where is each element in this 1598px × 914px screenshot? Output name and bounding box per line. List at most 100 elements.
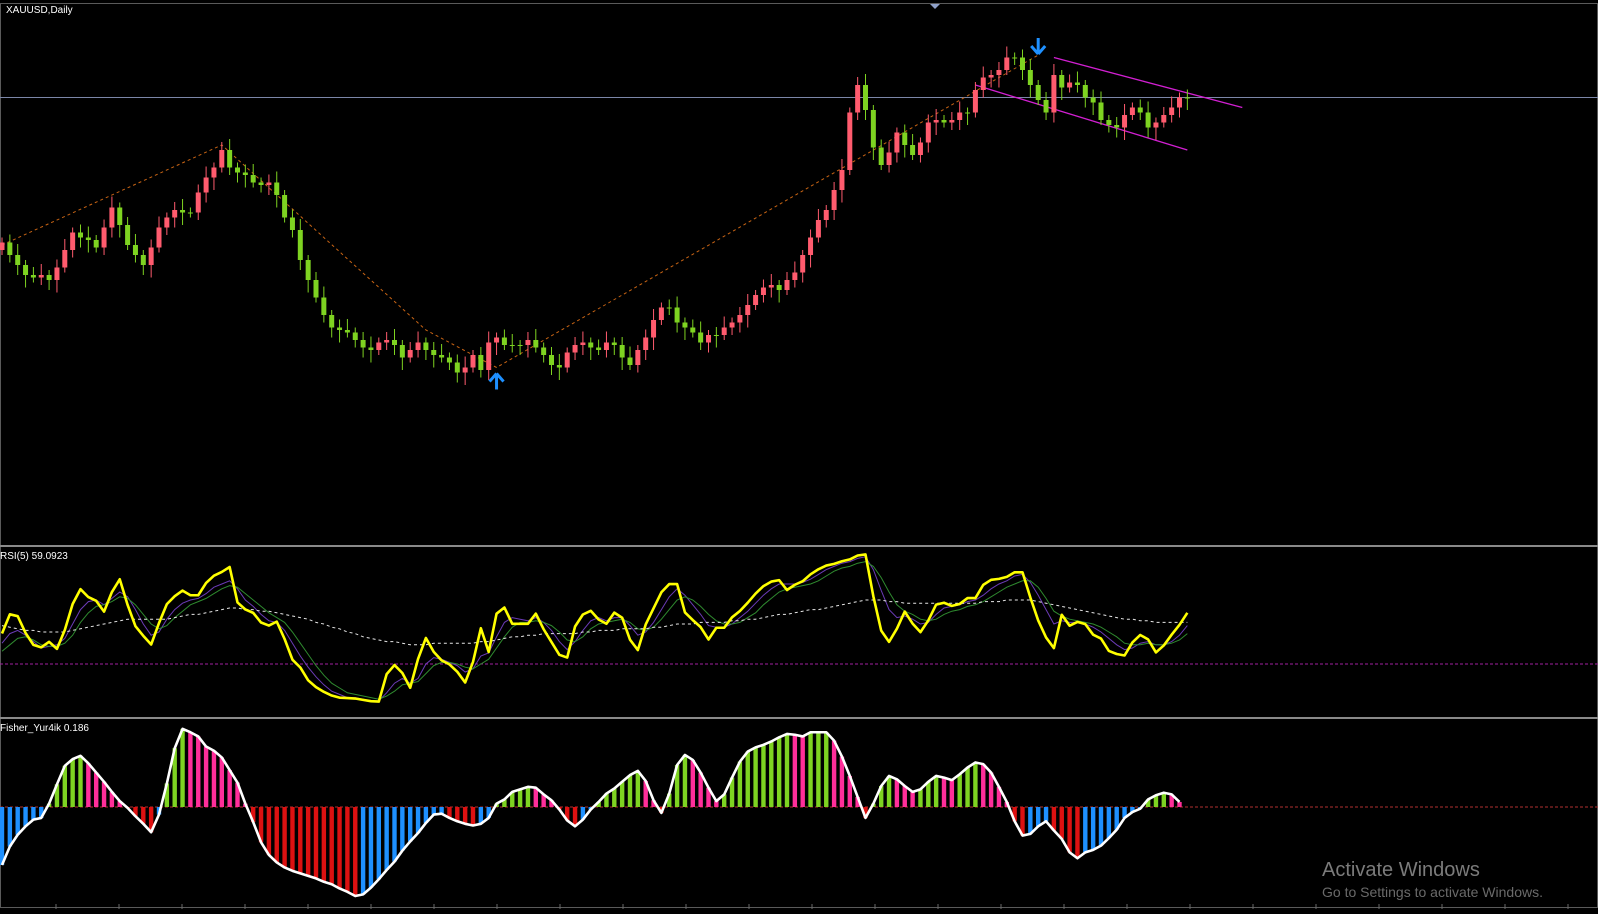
candle-bull: [431, 350, 437, 355]
candle-bull: [446, 357, 452, 363]
candle-bear: [266, 182, 272, 185]
candle-bear: [195, 192, 201, 213]
arrow-up-shape: [488, 372, 505, 390]
candle-bear: [886, 152, 892, 165]
fisher-histogram-bar: [1075, 807, 1080, 859]
candle-bear: [753, 295, 759, 305]
fisher-histogram-bar: [776, 737, 782, 807]
activate-windows-watermark: Activate Windows: [1322, 859, 1480, 881]
candle-bear: [1067, 82, 1073, 88]
candle-bull: [85, 237, 91, 240]
candle-bull: [1145, 112, 1151, 128]
fisher-histogram-bar: [360, 807, 366, 895]
fisher-histogram-bar: [227, 770, 232, 807]
fisher-histogram-bar: [274, 807, 279, 863]
fisher-histogram-bar: [337, 807, 342, 889]
chart-canvas[interactable]: [0, 0, 1598, 909]
candle-bear: [494, 337, 500, 343]
candle-bear: [1004, 57, 1010, 70]
candle-bear: [768, 285, 774, 288]
candle-bull: [125, 225, 131, 245]
fisher-histogram-bar: [376, 807, 381, 880]
candle-bear: [376, 342, 382, 350]
candle-bear: [737, 315, 743, 323]
candle-bull: [187, 212, 193, 214]
fisher-histogram-bar: [329, 807, 334, 885]
chart-symbol-title: XAUUSD,Daily: [6, 5, 73, 16]
candle-bull: [533, 340, 539, 348]
candle-bull: [15, 255, 21, 265]
candle-bear: [0, 242, 5, 250]
candle-bull: [1027, 70, 1033, 85]
candle-bear: [62, 250, 68, 268]
fisher-histogram-bar: [15, 807, 20, 835]
fisher-histogram-bar: [1043, 807, 1049, 822]
fisher-histogram-bar: [282, 807, 287, 868]
fisher-histogram-bar: [965, 767, 970, 807]
candle-bull: [1012, 57, 1018, 59]
fisher-histogram-bar: [933, 775, 939, 807]
candle-bull: [227, 150, 233, 168]
candle-bull: [965, 112, 971, 114]
fisher-histogram-bar: [196, 736, 201, 807]
candle-bear: [800, 255, 806, 273]
fisher-histogram-bar: [470, 807, 476, 826]
fisher-histogram-bar: [612, 788, 617, 807]
candle-bear: [996, 70, 1002, 75]
candle-bull: [30, 275, 36, 278]
candle-bear: [925, 122, 931, 143]
candle-bear: [933, 120, 939, 123]
candle-bear: [603, 342, 609, 350]
candle-bear: [1122, 115, 1128, 128]
candle-bull: [313, 280, 319, 298]
candle-bull: [289, 217, 295, 230]
candle-bear: [109, 207, 115, 228]
fisher-histogram-bar: [831, 740, 837, 807]
candle-bear: [721, 327, 727, 335]
fisher-histogram-bar: [78, 755, 83, 807]
chart-shift-marker: [930, 4, 940, 9]
candle-bull: [713, 335, 719, 336]
fisher-histogram-bar: [31, 807, 36, 820]
candle-bull: [1114, 125, 1120, 128]
fisher-histogram-bar: [1090, 807, 1096, 850]
candle-bull: [588, 342, 594, 348]
candle-bull: [93, 240, 99, 248]
rsi-signal-purple-line: [1, 556, 1188, 702]
candle-bull: [282, 195, 288, 218]
candle-bull: [297, 230, 303, 260]
candle-bull: [305, 260, 311, 280]
candle-bear: [839, 170, 845, 190]
fisher-histogram-bar: [1098, 807, 1104, 846]
fisher-histogram-bar: [313, 807, 319, 879]
fisher-histogram-bar: [769, 741, 774, 807]
candle-bull: [619, 345, 625, 358]
candle-bull: [556, 365, 562, 368]
candle-bear: [172, 210, 178, 218]
candle-bear: [38, 275, 44, 278]
candle-bear: [1153, 122, 1159, 128]
candle-bull: [902, 132, 908, 145]
candle-bear: [855, 85, 861, 113]
fisher-histogram-bar: [86, 763, 91, 807]
fisher-histogram-bar: [219, 757, 224, 807]
candle-bear: [784, 280, 790, 290]
trading-chart-window: XAUUSD,Daily RSI(5) 59.0923 Fisher_Yur4i…: [0, 0, 1598, 909]
candle-bull: [329, 315, 335, 328]
fisher-histogram-bar: [211, 750, 217, 807]
candle-bear: [415, 342, 421, 350]
fisher-line: [0, 727, 1181, 898]
candle-bull: [1090, 97, 1096, 103]
candle-bear: [651, 320, 657, 338]
candle-bull: [517, 345, 523, 346]
candle-bear: [808, 237, 814, 255]
fisher-histogram-bar: [1106, 807, 1112, 839]
fisher-histogram-bar: [305, 807, 311, 876]
arrow-down-icon: [1030, 38, 1047, 55]
fisher-histogram-bar: [353, 807, 358, 897]
fisher-histogram-bar: [408, 807, 413, 842]
candle-bear: [384, 340, 390, 343]
candle-bull: [392, 340, 397, 345]
candle-bull: [360, 340, 366, 348]
candle-bull: [666, 307, 672, 309]
